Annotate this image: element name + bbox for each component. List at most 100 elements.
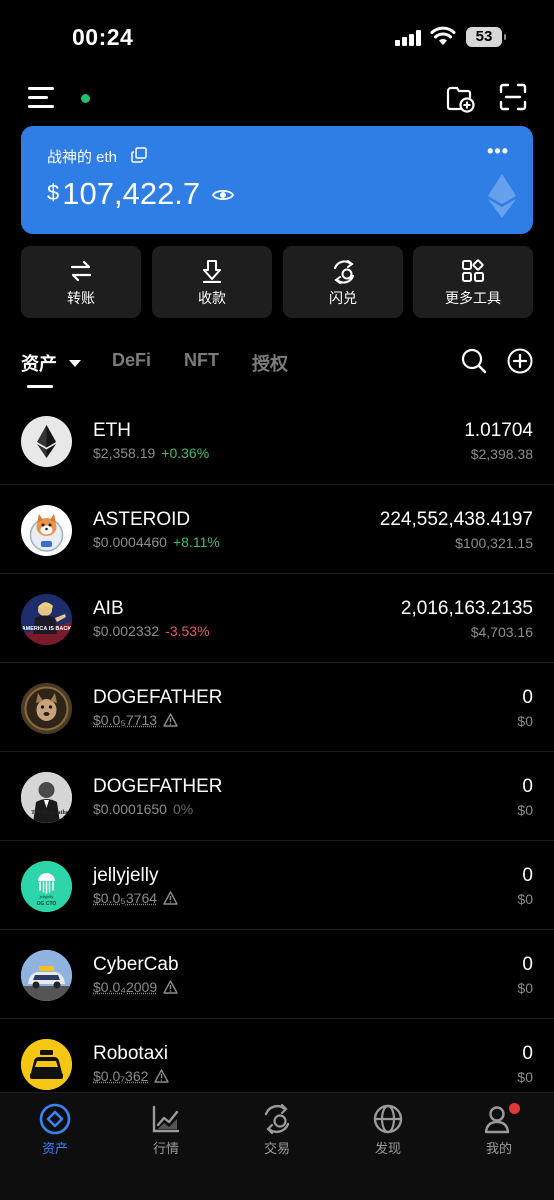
token-price: $2,358.19 +0.36% <box>93 445 209 461</box>
nav-discover[interactable]: 发现 <box>348 1103 428 1157</box>
connection-status-dot <box>81 94 90 103</box>
shiba-astronaut-icon <box>29 514 64 552</box>
token-row-cybercab[interactable]: CyberCab $0.0₄2009 0 $0 <box>0 930 554 1019</box>
dogefather-avatar-image <box>21 683 72 734</box>
more-tools-label: 更多工具 <box>445 290 501 306</box>
price-value: $0.0₅3764 <box>93 890 158 906</box>
tab-nft[interactable]: NFT <box>184 350 219 371</box>
tab-assets[interactable]: 资产 <box>21 350 57 376</box>
price-value: $2,358.19 <box>93 445 156 461</box>
swap-button[interactable]: 闪兑 <box>283 246 403 318</box>
more-tools-button[interactable]: 更多工具 <box>413 246 533 318</box>
jelly-avatar-text: jellyjelly <box>39 894 54 899</box>
nav-discover-label: 发现 <box>374 1141 401 1156</box>
token-row-eth[interactable]: ETH $2,358.19 +0.36% 1.01704 $2,398.38 <box>0 396 554 485</box>
menu-icon[interactable] <box>28 86 54 110</box>
price-value: $0.0₅7713 <box>93 712 158 728</box>
jelly-avatar-subtext: OG CTO <box>37 901 57 907</box>
token-price: $0.0001650 0% <box>93 801 193 817</box>
eth-avatar <box>21 416 72 467</box>
nav-assets[interactable]: 资产 <box>15 1103 95 1157</box>
receive-icon <box>202 260 222 283</box>
warning-icon[interactable] <box>154 1069 170 1083</box>
wallet-name: 战神的 eth <box>47 149 118 166</box>
nav-trade[interactable]: 交易 <box>237 1103 317 1157</box>
notification-badge <box>509 1103 520 1114</box>
wifi-icon <box>430 26 456 45</box>
tab-defi[interactable]: DeFi <box>112 350 151 371</box>
swap-label: 闪兑 <box>329 290 357 306</box>
quick-actions: 转账 收款 闪兑 更多工具 <box>21 246 533 318</box>
dogefather-2-avatar: The Dogefather <box>21 772 72 823</box>
copy-icon[interactable] <box>131 147 147 163</box>
currency-symbol: $ <box>47 180 60 205</box>
token-value: $4,703.16 <box>470 624 533 640</box>
jellyjelly-avatar: jellyjelly OG CTO <box>21 861 72 912</box>
bottom-nav: 资产 行情 交易 发现 我的 <box>0 1092 554 1200</box>
scan-icon[interactable] <box>498 82 528 112</box>
asset-tabs: 资产 DeFi NFT 授权 <box>0 348 554 393</box>
token-row-dogefather-2[interactable]: The Dogefather DOGEFATHER $0.0001650 0% 0… <box>0 752 554 841</box>
cellular-signal-icon <box>395 30 423 46</box>
token-row-asteroid[interactable]: ASTEROID $0.0004460 +8.11% 224,552,438.41… <box>0 485 554 574</box>
wallet-add-icon[interactable] <box>444 82 476 114</box>
token-amount: 0 <box>522 954 533 975</box>
token-name: Robotaxi <box>93 1043 168 1064</box>
price-value: $0.0001650 <box>93 801 167 817</box>
robotaxi-avatar <box>21 1039 72 1090</box>
nav-profile[interactable]: 我的 <box>459 1103 539 1157</box>
price-value: $0.002332 <box>93 623 160 639</box>
token-value: $0 <box>517 891 533 907</box>
wallet-balance: $107,422.7 <box>47 176 200 212</box>
nav-assets-label: 资产 <box>41 1141 68 1156</box>
nav-market[interactable]: 行情 <box>126 1103 206 1157</box>
wallet-card[interactable]: 战神的 eth ••• $107,422.7 <box>21 126 533 234</box>
market-chart-icon <box>152 1105 180 1133</box>
price-change: +8.11% <box>172 534 220 550</box>
add-token-icon[interactable] <box>507 348 533 374</box>
cybercab-car-icon <box>21 950 72 1001</box>
token-amount: 0 <box>522 1043 533 1064</box>
aib-avatar-text: AMERICA IS BACK <box>22 626 72 632</box>
receive-label: 收款 <box>198 290 226 306</box>
tab-approvals[interactable]: 授权 <box>252 350 288 376</box>
eth-logo-icon <box>37 425 56 458</box>
nav-profile-label: 我的 <box>485 1141 512 1156</box>
nav-market-label: 行情 <box>152 1141 179 1156</box>
token-name: ASTEROID <box>93 509 191 530</box>
warning-icon[interactable] <box>163 891 178 905</box>
token-price: $0.002332 -3.53% <box>93 623 210 639</box>
token-name: CyberCab <box>93 954 179 975</box>
price-change: 0% <box>172 801 194 817</box>
chevron-down-icon[interactable] <box>69 360 81 367</box>
token-amount: 224,552,438.4197 <box>379 509 533 530</box>
token-price: $0.0₇362 <box>93 1068 170 1084</box>
status-bar: 00:24 53 <box>0 0 554 70</box>
aib-avatar: AMERICA IS BACK <box>21 594 72 645</box>
swap-icon <box>333 260 355 284</box>
token-row-aib[interactable]: AMERICA IS BACK AIB $0.002332 -3.53% 2,01… <box>0 574 554 663</box>
price-change: -3.53% <box>165 623 210 639</box>
transfer-icon <box>70 260 92 282</box>
token-value: $0 <box>517 713 533 729</box>
transfer-label: 转账 <box>67 290 95 306</box>
warning-icon[interactable] <box>163 713 178 727</box>
receive-button[interactable]: 收款 <box>152 246 272 318</box>
dogefather-2-avatar-image: The Dogefather <box>21 772 72 823</box>
token-amount: 0 <box>522 687 533 708</box>
search-icon[interactable] <box>461 348 487 374</box>
jellyfish-icon: jellyjelly OG CTO <box>21 861 72 912</box>
transfer-button[interactable]: 转账 <box>21 246 141 318</box>
assets-icon <box>39 1103 71 1135</box>
balance-value: 107,422.7 <box>62 176 201 211</box>
token-row-dogefather[interactable]: DOGEFATHER $0.0₅7713 0 $0 <box>0 663 554 752</box>
warning-icon[interactable] <box>163 980 178 994</box>
wallet-more-button[interactable]: ••• <box>487 142 509 160</box>
token-amount: 0 <box>522 865 533 886</box>
token-list: ETH $2,358.19 +0.36% 1.01704 $2,398.38 AS… <box>0 396 554 1108</box>
token-value: $0 <box>517 802 533 818</box>
eye-icon[interactable] <box>212 187 234 203</box>
token-price: $0.0004460 +8.11% <box>93 534 220 550</box>
token-value: $0 <box>517 980 533 996</box>
token-row-jellyjelly[interactable]: jellyjelly OG CTO jellyjelly $0.0₅3764 0… <box>0 841 554 930</box>
